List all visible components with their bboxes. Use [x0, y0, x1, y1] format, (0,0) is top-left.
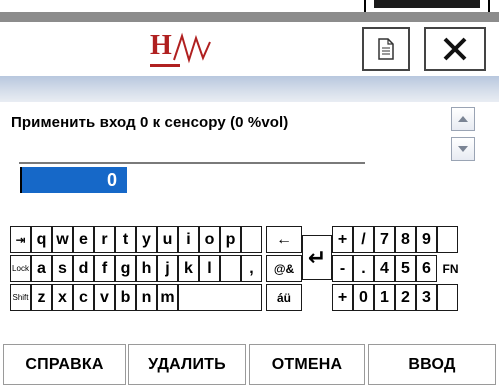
key-shift[interactable]: Shift	[10, 284, 31, 311]
key-i[interactable]: i	[178, 226, 199, 253]
top-strip	[0, 0, 499, 22]
key-7[interactable]: 7	[374, 226, 395, 253]
logo-wave-icon	[173, 32, 211, 64]
key-s[interactable]: s	[52, 255, 73, 282]
key-d[interactable]: d	[73, 255, 94, 282]
document-icon	[378, 38, 394, 60]
help-button[interactable]: СПРАВКА	[3, 344, 126, 385]
scroll-up-button[interactable]	[451, 107, 475, 131]
key-fn[interactable]: FN	[437, 255, 464, 282]
separator-line	[19, 162, 365, 164]
key-x[interactable]: x	[52, 284, 73, 311]
key-enter[interactable]: ↵	[302, 235, 332, 280]
key-y[interactable]: y	[136, 226, 157, 253]
enter-button[interactable]: ВВОД	[368, 344, 496, 385]
key-5[interactable]: 5	[395, 255, 416, 282]
key-plus[interactable]: +	[332, 226, 353, 253]
key-blank-2[interactable]	[220, 255, 241, 282]
key-plus-2[interactable]: +	[332, 284, 353, 311]
key-space[interactable]	[178, 284, 262, 311]
cancel-button[interactable]: ОТМЕНА	[249, 344, 365, 385]
key-k[interactable]: k	[178, 255, 199, 282]
key-blank-np1[interactable]	[437, 226, 458, 253]
top-tab	[364, 0, 490, 12]
key-8[interactable]: 8	[395, 226, 416, 253]
scrollbar[interactable]	[451, 107, 475, 161]
key-accents[interactable]: áü	[266, 284, 302, 311]
key-6[interactable]: 6	[416, 255, 437, 282]
delete-button[interactable]: УДАЛИТЬ	[128, 344, 246, 385]
key-blank[interactable]	[241, 226, 262, 253]
key-h[interactable]: h	[136, 255, 157, 282]
scroll-down-button[interactable]	[451, 137, 475, 161]
key-o[interactable]: o	[199, 226, 220, 253]
document-button[interactable]	[362, 27, 410, 71]
key-z[interactable]: z	[31, 284, 52, 311]
key-p[interactable]: p	[220, 226, 241, 253]
key-t[interactable]: t	[115, 226, 136, 253]
key-c[interactable]: c	[73, 284, 94, 311]
title-bar: H	[0, 22, 499, 77]
key-a[interactable]: a	[31, 255, 52, 282]
key-backspace[interactable]: ←	[266, 226, 302, 253]
value-input[interactable]: 0	[20, 167, 127, 193]
key-tab[interactable]: ⇥	[10, 226, 31, 253]
key-g[interactable]: g	[115, 255, 136, 282]
key-dot[interactable]: .	[353, 255, 374, 282]
input-caret	[20, 167, 22, 193]
logo-h: H	[150, 30, 172, 61]
header-gradient	[0, 76, 499, 102]
key-9[interactable]: 9	[416, 226, 437, 253]
key-r[interactable]: r	[94, 226, 115, 253]
key-l[interactable]: l	[199, 255, 220, 282]
on-screen-keyboard: ⇥ q w e r t y u i o p ← ↵ + / 7 8 9 Lock…	[10, 226, 490, 312]
key-comma[interactable]: ,	[241, 255, 262, 282]
close-icon	[443, 37, 467, 61]
key-f[interactable]: f	[94, 255, 115, 282]
key-2[interactable]: 2	[395, 284, 416, 311]
logo-underline	[150, 64, 180, 67]
key-n[interactable]: n	[136, 284, 157, 311]
top-grey-bar	[0, 12, 499, 22]
key-minus[interactable]: -	[332, 255, 353, 282]
key-4[interactable]: 4	[374, 255, 395, 282]
close-button[interactable]	[424, 27, 486, 71]
key-u[interactable]: u	[157, 226, 178, 253]
key-slash[interactable]: /	[353, 226, 374, 253]
key-symbols[interactable]: @&	[266, 255, 302, 282]
prompt-text: Применить вход 0 к сенсору (0 %vol)	[11, 114, 289, 131]
arrow-down-icon	[458, 146, 468, 152]
key-lock[interactable]: Lock	[10, 255, 31, 282]
key-m[interactable]: m	[157, 284, 178, 311]
key-3[interactable]: 3	[416, 284, 437, 311]
key-q[interactable]: q	[31, 226, 52, 253]
arrow-up-icon	[458, 116, 468, 122]
app-logo: H	[150, 28, 220, 72]
key-j[interactable]: j	[157, 255, 178, 282]
key-blank-np3[interactable]	[437, 284, 458, 311]
key-w[interactable]: w	[52, 226, 73, 253]
key-0[interactable]: 0	[353, 284, 374, 311]
key-1[interactable]: 1	[374, 284, 395, 311]
key-b[interactable]: b	[115, 284, 136, 311]
key-e[interactable]: e	[73, 226, 94, 253]
key-v[interactable]: v	[94, 284, 115, 311]
